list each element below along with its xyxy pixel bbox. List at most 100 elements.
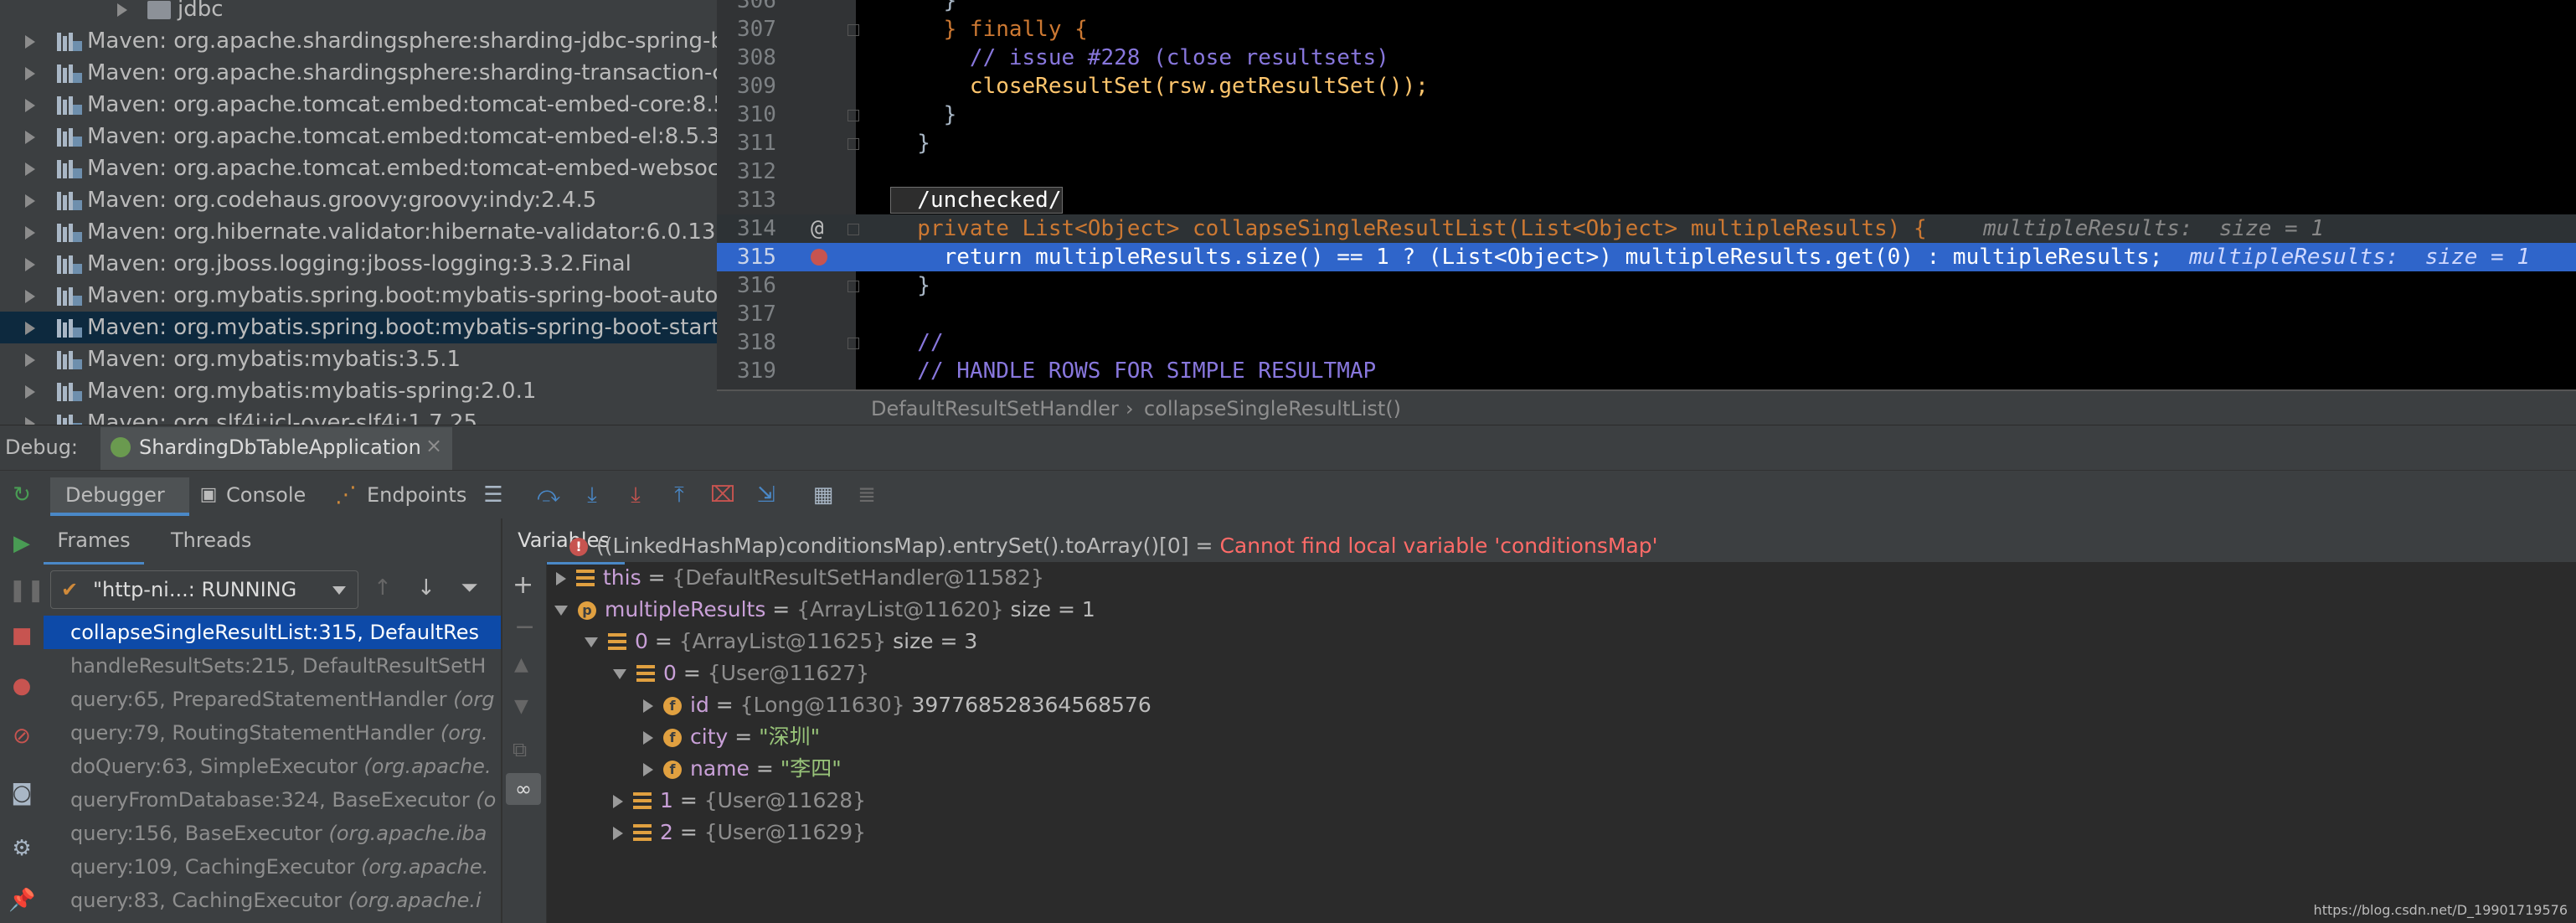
remove-watch-icon[interactable]: − [514, 612, 535, 642]
tree-item-maven-library[interactable]: Maven: org.apache.tomcat.embed:tomcat-em… [0, 152, 717, 184]
expand-arrow-icon[interactable] [643, 763, 653, 776]
code-line[interactable]: 318 // [717, 328, 2576, 357]
expand-arrow-icon[interactable] [613, 795, 623, 808]
tab-frames[interactable]: Frames [44, 518, 144, 565]
expand-arrow-icon[interactable] [643, 731, 653, 745]
collapse-arrow-icon[interactable] [585, 637, 598, 647]
variable-row-index-0[interactable]: 0 = {ArrayList@11625} size = 3 [585, 626, 977, 657]
tree-item-maven-library[interactable]: Maven: org.mybatis:mybatis:3.5.1 [0, 343, 717, 375]
fold-marker-icon[interactable] [848, 224, 859, 235]
tab-debugger[interactable]: Debugger [50, 477, 189, 516]
stack-frame[interactable]: queryFromDatabase:324, BaseExecutor (o [44, 783, 501, 817]
tree-item-maven-library[interactable]: Maven: org.apache.shardingsphere:shardin… [0, 25, 717, 57]
collapse-arrow-icon[interactable] [554, 606, 568, 616]
code-line[interactable]: 311 } [717, 129, 2576, 157]
variable-row-city[interactable]: f city = "深圳" [643, 721, 820, 753]
fold-marker-icon[interactable] [848, 138, 859, 150]
fold-marker-icon[interactable] [848, 281, 859, 292]
expand-arrow-icon[interactable] [25, 417, 35, 425]
expand-arrow-icon[interactable] [556, 572, 566, 585]
stack-frame[interactable]: doQuery:63, SimpleExecutor (org.apache. [44, 750, 501, 783]
breadcrumb-class[interactable]: DefaultResultSetHandler [871, 391, 1119, 426]
variable-row-user-2[interactable]: 2 = {User@11629} [613, 817, 866, 848]
previous-frame-icon[interactable]: ↑ [374, 575, 392, 601]
drop-frame-icon[interactable]: ⌧ [710, 482, 735, 508]
stack-frame[interactable]: query:79, RoutingStatementHandler (org. [44, 716, 501, 750]
code-line[interactable]: 312 [717, 157, 2576, 186]
fold-marker-icon[interactable] [848, 24, 859, 36]
tree-item-maven-library[interactable]: Maven: org.hibernate.validator:hibernate… [0, 216, 717, 248]
tree-item-maven-library[interactable]: Maven: org.slf4j:jcl-over-slf4j:1.7.25 [0, 407, 717, 425]
tree-item-maven-library[interactable]: Maven: org.jboss.logging:jboss-logging:3… [0, 248, 717, 280]
stack-frame[interactable]: handleResultSets:215, DefaultResultSetH [44, 649, 501, 683]
duplicate-watch-icon[interactable]: ⧉ [513, 738, 527, 761]
stack-frame[interactable]: collapseSingleResultList:315, DefaultRes [44, 616, 501, 649]
code-line[interactable]: 317 [717, 300, 2576, 328]
expand-arrow-icon[interactable] [25, 353, 35, 367]
code-line[interactable]: 309 closeResultSet(rsw.getResultSet()); [717, 72, 2576, 101]
tree-item-maven-library[interactable]: Maven: org.mybatis:mybatis-spring:2.0.1 [0, 375, 717, 407]
expand-arrow-icon[interactable] [25, 290, 35, 303]
debug-session-tab[interactable]: ShardingDbTableApplication × [100, 427, 452, 474]
tab-endpoints[interactable]: Endpoints [367, 477, 466, 513]
expand-arrow-icon[interactable] [613, 827, 623, 840]
step-over-icon[interactable]: ⤓ [580, 482, 605, 508]
tab-console[interactable]: Console [226, 477, 306, 513]
pause-icon[interactable]: ❚❚ [8, 577, 45, 604]
stack-frame[interactable]: query:83, CachingExecutor (org.apache.i [44, 884, 501, 917]
code-line-current[interactable]: 314 @ private List<Object> collapseSingle… [717, 214, 2576, 243]
variable-row-this[interactable]: this = {DefaultResultSetHandler@11582} [556, 562, 1044, 594]
filter-icon[interactable]: ⏷ [461, 575, 478, 601]
expand-arrow-icon[interactable] [25, 162, 35, 176]
code-editor[interactable]: 306 } 307 } finally { 308 // issue #228 … [717, 0, 2576, 389]
expand-arrow-icon[interactable] [25, 385, 35, 399]
evaluate-expression-icon[interactable]: ▦ [811, 482, 836, 508]
expand-arrow-icon[interactable] [117, 3, 127, 17]
move-down-icon[interactable]: ▼ [514, 696, 528, 717]
run-to-cursor-icon[interactable]: ⇲ [754, 482, 779, 508]
expand-arrow-icon[interactable] [25, 226, 35, 240]
code-line[interactable]: 310 } [717, 101, 2576, 129]
camera-icon[interactable]: ◙ [8, 780, 35, 807]
pin-icon[interactable]: 📌 [8, 887, 35, 914]
expand-arrow-icon[interactable] [25, 194, 35, 208]
expand-arrow-icon[interactable] [25, 35, 35, 49]
override-marker-icon[interactable]: @ [811, 214, 824, 243]
expand-arrow-icon[interactable] [25, 258, 35, 271]
variable-error-row[interactable]: ! ((LinkedHashMap)conditionsMap).entrySet… [569, 530, 1657, 562]
fold-marker-icon[interactable] [848, 338, 859, 349]
rerun-icon[interactable]: ↻ [8, 482, 35, 508]
mute-breakpoints-icon[interactable]: ⊘ [8, 723, 35, 750]
next-frame-icon[interactable]: ↓ [417, 575, 435, 601]
expand-arrow-icon[interactable] [25, 322, 35, 335]
variable-row-name[interactable]: f name = "李四" [643, 753, 842, 785]
code-line[interactable]: 313 /unchecked/ [717, 186, 2576, 214]
code-line[interactable]: 306 } [717, 0, 2576, 15]
expand-arrow-icon[interactable] [25, 99, 35, 112]
settings-icon[interactable]: ⚙ [8, 835, 35, 862]
resume-icon[interactable]: ▶ [8, 530, 35, 557]
tree-item-maven-library[interactable]: Maven: org.codehaus.groovy:groovy:indy:2… [0, 184, 717, 216]
code-line[interactable]: 316 } [717, 271, 2576, 300]
move-up-icon[interactable]: ▲ [514, 654, 528, 675]
breakpoint-icon[interactable] [811, 249, 827, 266]
tree-item-maven-library-selected[interactable]: Maven: org.mybatis.spring.boot:mybatis-s… [0, 312, 717, 343]
stack-frame[interactable]: query:109, CachingExecutor (org.apache. [44, 850, 501, 884]
stop-icon[interactable]: ■ [8, 622, 35, 649]
code-line[interactable]: 308 // issue #228 (close resultsets) [717, 44, 2576, 72]
step-out-icon[interactable]: ⤒ [667, 482, 692, 508]
tree-item-maven-library[interactable]: Maven: org.apache.tomcat.embed:tomcat-em… [0, 121, 717, 152]
expand-arrow-icon[interactable] [25, 67, 35, 80]
variable-row-id[interactable]: f id = {Long@11630} 397768528364568576 [643, 689, 1151, 721]
tree-item-maven-library[interactable]: Maven: org.apache.shardingsphere:shardin… [0, 57, 717, 89]
show-watches-icon[interactable]: ∞ [506, 773, 541, 805]
thread-select[interactable]: ✔ "http-ni...: RUNNING [50, 570, 358, 609]
add-watch-icon[interactable]: + [513, 570, 533, 600]
step-into-icon[interactable]: ⤓ [623, 482, 648, 508]
collapse-arrow-icon[interactable] [613, 669, 626, 679]
code-line[interactable]: 307 } finally { [717, 15, 2576, 44]
layout-menu-icon[interactable]: ☰ [481, 482, 506, 508]
show-execution-point-icon[interactable]: ⤼ [536, 482, 561, 508]
tree-item-maven-library[interactable]: Maven: org.apache.tomcat.embed:tomcat-em… [0, 89, 717, 121]
stack-frame[interactable]: query:65, PreparedStatementHandler (org [44, 683, 501, 716]
